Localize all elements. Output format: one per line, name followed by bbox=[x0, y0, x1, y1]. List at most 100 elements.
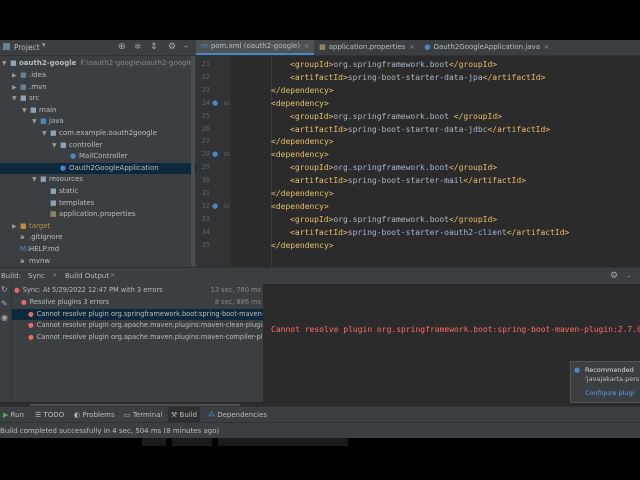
fold-icon[interactable]: ⊟ bbox=[224, 151, 229, 158]
line-number: 24 bbox=[201, 98, 210, 107]
xml-open-tag: </dependency> bbox=[271, 85, 334, 95]
terminal-icon: ▭ bbox=[124, 411, 133, 419]
build-row[interactable]: ● Cannot resolve plugin org.apache.maven.… bbox=[12, 332, 263, 343]
fold-icon[interactable]: ⊟ bbox=[224, 203, 229, 210]
build-row[interactable]: ● Resolve plugins 3 errors 8 sec, 886 ms bbox=[12, 297, 263, 308]
tab-1[interactable]: ▦ application.properties ✕ bbox=[314, 40, 419, 55]
chevron-down-icon[interactable]: ▼ bbox=[42, 128, 50, 139]
tree-item[interactable]: ▪ .gitignore bbox=[12, 232, 63, 243]
dependency-gutter-icon[interactable]: ● bbox=[212, 99, 218, 107]
build-tree: ↻ ✎ ◉ ● Sync: At 5/29/2022 12:47 PM with … bbox=[0, 284, 263, 408]
taskbar-item[interactable] bbox=[218, 438, 348, 446]
build-row[interactable]: ● Cannot resolve plugin org.apache.maven.… bbox=[12, 320, 263, 331]
toolwindow-run-label: Run bbox=[10, 411, 25, 419]
tree-item[interactable]: ■ templates bbox=[42, 198, 94, 209]
class-icon: ● bbox=[424, 43, 431, 51]
toolwindow-terminal-label: Terminal bbox=[132, 411, 163, 419]
tree-item-label: .idea bbox=[29, 71, 47, 79]
tool-window-bar: ▶ Run ☰ TODO ◐ Problems ▭ Terminal ⚒ Bui… bbox=[0, 406, 640, 423]
tree-item[interactable]: ▼ ■ src bbox=[12, 93, 39, 104]
build-label: Build: bbox=[1, 272, 21, 280]
tree-item[interactable]: ▪ mvnw bbox=[12, 256, 50, 267]
code-line: </dependency> bbox=[271, 84, 334, 97]
close-icon[interactable]: ✕ bbox=[544, 40, 549, 55]
toolwindow-build[interactable]: ⚒ Build bbox=[168, 407, 201, 423]
tree-root[interactable]: ▼ ■ oauth2-google F:\oauth2-google\oauth2-g… bbox=[2, 58, 193, 69]
dependency-gutter-icon[interactable]: ● bbox=[212, 150, 218, 158]
toolwindow-dependencies[interactable]: ⁂ Dependencies bbox=[208, 407, 267, 423]
tree-item[interactable]: ▶ ■ target bbox=[12, 221, 50, 232]
taskbar-item[interactable] bbox=[172, 438, 212, 446]
properties-icon: ▦ bbox=[319, 43, 326, 51]
chevron-down-icon[interactable]: ▼ bbox=[12, 93, 20, 104]
build-row-duration: 8 sec, 886 ms bbox=[214, 297, 261, 306]
locate-icon[interactable]: ⊕ bbox=[118, 42, 126, 52]
tree-item[interactable]: ▼ ■ java bbox=[32, 116, 64, 127]
tree-item-label: HELP.md bbox=[29, 245, 60, 253]
tree-item[interactable]: ▼ ■ com.example.oauth2google bbox=[42, 128, 157, 139]
minimize-icon[interactable]: – bbox=[184, 42, 189, 52]
fold-icon[interactable]: ⊟ bbox=[224, 100, 229, 107]
chevron-down-icon[interactable]: ▼ bbox=[22, 105, 30, 116]
dependency-gutter-icon[interactable]: ● bbox=[212, 202, 218, 210]
tree-item-label: templates bbox=[59, 198, 95, 207]
refresh-icon[interactable]: ↻ bbox=[1, 285, 8, 294]
line-number: 30 bbox=[201, 176, 210, 185]
minimize-icon[interactable]: – bbox=[627, 268, 631, 284]
code-line: </dependency> bbox=[271, 239, 334, 252]
toolwindow-problems-label: Problems bbox=[82, 411, 115, 419]
tree-item[interactable]: ● MailController bbox=[62, 151, 128, 162]
tree-item[interactable]: ▦ application.properties bbox=[42, 209, 136, 220]
configure-plugin-link[interactable]: Configure plugi bbox=[585, 389, 635, 397]
chevron-right-icon[interactable]: ▶ bbox=[12, 82, 20, 93]
expand-all-icon[interactable]: ⇕ bbox=[150, 42, 158, 52]
tree-item[interactable]: ▶ ■ .idea bbox=[12, 70, 46, 81]
package-icon: ■ bbox=[60, 140, 67, 149]
tree-item-label: controller bbox=[69, 140, 103, 149]
code-line: <artifactId>spring-boot-starter-oauth2-c… bbox=[290, 226, 569, 239]
toolwindow-terminal[interactable]: ▭ Terminal bbox=[124, 407, 162, 423]
chevron-down-icon[interactable]: ▼ bbox=[2, 58, 10, 69]
tree-item[interactable]: ▶ ■ .mvn bbox=[12, 82, 47, 93]
eye-icon[interactable]: ◉ bbox=[1, 313, 8, 322]
chevron-down-icon[interactable]: ▼ bbox=[32, 174, 40, 185]
tree-item[interactable]: M↓HELP.md bbox=[12, 244, 59, 255]
chevron-right-icon[interactable]: ▶ bbox=[12, 70, 20, 81]
build-row[interactable]: ● Sync: At 5/29/2022 12:47 PM with 3 erro… bbox=[12, 285, 263, 296]
chevron-down-icon[interactable]: ▼ bbox=[32, 116, 40, 127]
tab-2[interactable]: ● Oauth2GoogleApplication.java ✕ bbox=[419, 40, 554, 55]
tab-close-icon[interactable]: ✕ bbox=[52, 268, 57, 284]
tree-item[interactable]: ■ static bbox=[42, 186, 78, 197]
code-line: <artifactId>spring-boot-starter-data-jpa… bbox=[290, 71, 545, 84]
build-row[interactable]: ● Cannot resolve plugin org.springframewo… bbox=[12, 308, 263, 320]
taskbar-item[interactable] bbox=[142, 438, 166, 446]
chevron-right-icon[interactable]: ▶ bbox=[12, 221, 20, 232]
tree-item[interactable]: ▼ ■ resources bbox=[32, 174, 83, 185]
gear-icon[interactable]: ⚙ bbox=[610, 268, 618, 284]
code-editor[interactable]: <groupId>org.springframework.boot</group… bbox=[231, 56, 640, 291]
tab-close-icon[interactable]: ✕ bbox=[110, 268, 115, 284]
editor-tabs: m pom.xml (oauth2-google) ✕ ▦ application.pr… bbox=[196, 40, 640, 56]
error-message: Cannot resolve plugin org.springframewor… bbox=[271, 325, 640, 334]
close-icon[interactable]: ✕ bbox=[409, 40, 414, 55]
project-panel-title[interactable]: Project bbox=[14, 43, 40, 52]
close-icon[interactable]: ✕ bbox=[304, 40, 309, 54]
folder-icon: ■ bbox=[40, 117, 47, 126]
chevron-down-icon[interactable]: ▾ bbox=[42, 41, 46, 49]
toolwindow-problems[interactable]: ◐ Problems bbox=[74, 407, 115, 423]
tree-item[interactable]: ▼ ■ controller bbox=[52, 140, 102, 151]
collapse-all-icon[interactable]: ≑ bbox=[134, 42, 142, 52]
tab-0[interactable]: m pom.xml (oauth2-google) ✕ bbox=[196, 40, 315, 55]
project-scrollbar[interactable] bbox=[191, 56, 195, 266]
gear-icon[interactable]: ⚙ bbox=[168, 42, 176, 52]
tree-item[interactable]: ▼ ■ main bbox=[22, 105, 57, 116]
chevron-down-icon[interactable]: ▼ bbox=[52, 140, 60, 151]
code-line: <artifactId>spring-boot-starter-mail</ar… bbox=[290, 174, 526, 187]
tree-root-label: oauth2-google bbox=[19, 59, 77, 67]
toolwindow-todo[interactable]: ☰ TODO bbox=[35, 407, 64, 423]
tab-build-output[interactable]: Build Output bbox=[65, 268, 109, 284]
code-line: <dependency> bbox=[271, 200, 329, 213]
toolwindow-run[interactable]: ▶ Run bbox=[3, 407, 24, 423]
error-icon: ● bbox=[14, 286, 20, 294]
pin-icon[interactable]: ✎ bbox=[1, 299, 8, 308]
